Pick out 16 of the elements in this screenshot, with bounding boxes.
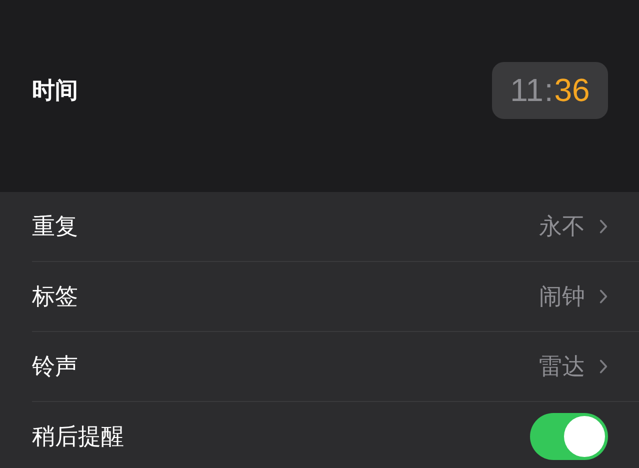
chevron-icon: [599, 359, 608, 374]
setting-value[interactable]: 永不: [539, 211, 585, 242]
chevron-icon: [599, 219, 608, 234]
setting-label: 稍后提醒: [32, 423, 125, 452]
time-picker[interactable]: 11:36: [492, 62, 608, 118]
setting-label: 铃声: [32, 353, 79, 382]
chevron-icon: [599, 289, 608, 304]
time-label: 时间: [32, 76, 78, 106]
setting-label: 标签: [32, 283, 79, 312]
setting-value[interactable]: 闹钟: [539, 281, 585, 312]
setting-label: 重复: [32, 213, 79, 242]
hour-value[interactable]: 11: [510, 72, 544, 108]
setting-value[interactable]: 雷达: [539, 351, 585, 382]
time-separator: :: [544, 72, 554, 108]
minute-value[interactable]: 36: [554, 72, 590, 108]
toggle-switch[interactable]: [530, 413, 608, 460]
